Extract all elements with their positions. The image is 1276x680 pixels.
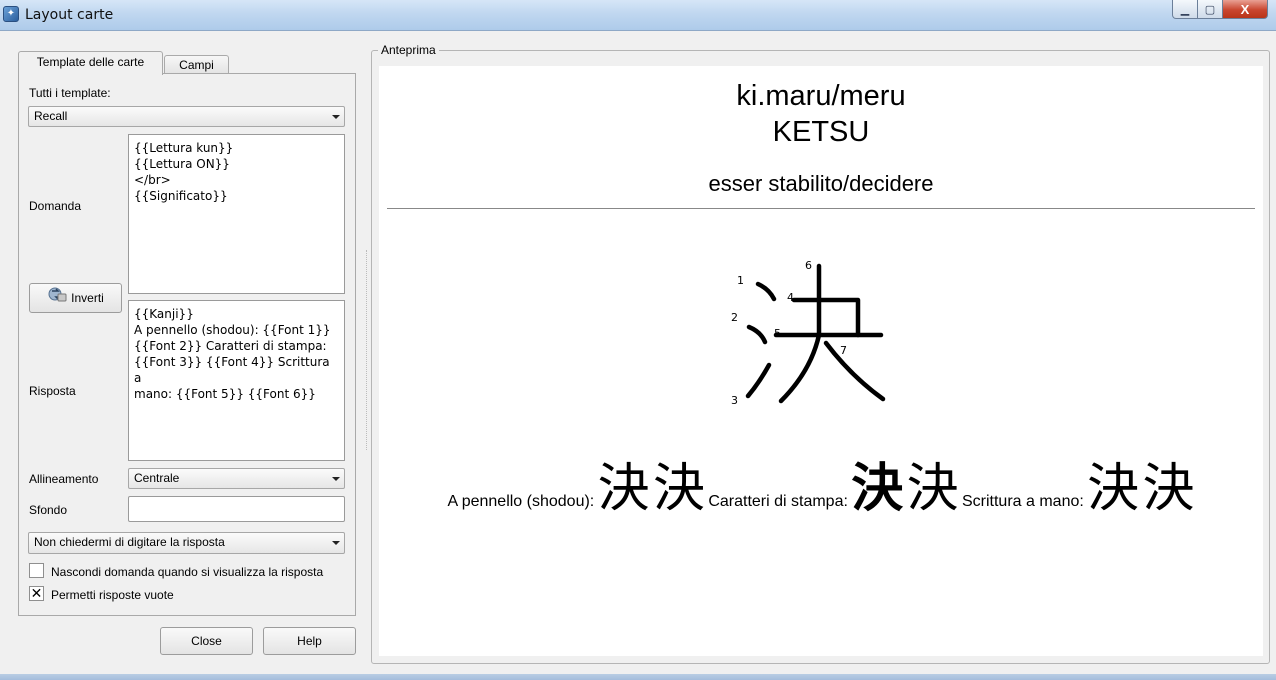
stroke-number-6: 6 — [805, 259, 812, 272]
font-sample-4: 決 — [906, 459, 959, 519]
preview-group-title: Anteprima — [378, 43, 439, 57]
window-bottom-border — [0, 674, 1276, 680]
font-samples-row: A pennello (shodou): 決 決 Caratteri di st… — [379, 446, 1263, 521]
help-button[interactable]: Help — [263, 627, 356, 655]
font-sample-5: 決 — [1087, 459, 1140, 519]
help-button-label: Help — [297, 634, 322, 648]
background-input[interactable] — [128, 496, 345, 522]
swap-button-label: Inverti — [71, 291, 104, 305]
window-controls: ▁ ▢ X — [1172, 0, 1268, 20]
maximize-icon: ▢ — [1204, 3, 1216, 16]
app-card-icon: ✦ — [3, 6, 19, 22]
alignment-select-value: Centrale — [134, 471, 180, 485]
stroke-number-3: 3 — [731, 394, 738, 407]
font-sample-3: 決 — [851, 459, 904, 519]
minimize-button[interactable]: ▁ — [1172, 0, 1198, 19]
checkmark-x-icon: ✕ — [30, 585, 43, 601]
kanji-stroke-diagram: 1 2 3 4 5 6 7 — [731, 251, 901, 411]
minimize-icon: ▁ — [1180, 3, 1190, 16]
on-reading: KETSU — [772, 116, 870, 148]
tab-card-templates-label: Template delle carte — [36, 55, 145, 69]
all-templates-label: Tutti i template: — [29, 86, 111, 100]
close-window-button[interactable]: X — [1223, 0, 1268, 19]
template-select-value: Recall — [34, 109, 68, 123]
card-preview: ki.maru/meru KETSU esser stabilito/decid… — [379, 66, 1263, 656]
background-label: Sfondo — [29, 503, 68, 517]
splitter-handle[interactable] — [366, 250, 369, 450]
answer-template-editor[interactable]: {{Kanji}} A pennello (shodou): {{Font 1}… — [128, 300, 345, 461]
stroke-number-7: 7 — [840, 344, 847, 357]
font-sample-6: 決 — [1142, 459, 1195, 519]
stroke-7 — [823, 340, 886, 402]
stroke-4 — [791, 297, 861, 338]
kanji-stroke-svg: 1 2 3 4 5 6 7 — [731, 259, 886, 407]
font-sample-1: 決 — [597, 459, 650, 519]
stroke-number-1: 1 — [737, 274, 744, 287]
close-button-label: Close — [191, 634, 222, 648]
swap-arrows-icon — [47, 285, 67, 313]
alignment-select[interactable]: Centrale — [128, 468, 345, 489]
chevron-down-icon — [332, 541, 340, 545]
stroke-2 — [746, 324, 768, 345]
typing-mode-select[interactable]: Non chiedermi di digitare la risposta — [28, 532, 345, 554]
allow-empty-answers-label: Permetti risposte vuote — [51, 588, 174, 602]
stroke-number-4: 4 — [787, 291, 794, 304]
template-select[interactable]: Recall — [28, 106, 345, 127]
font-sample-2: 決 — [652, 459, 705, 519]
stroke-number-2: 2 — [731, 311, 738, 324]
meaning: esser stabilito/decidere — [708, 171, 934, 196]
hide-question-checkbox[interactable] — [29, 563, 44, 578]
hand-label: Scrittura a mano: — [961, 493, 1084, 510]
stroke-3 — [745, 362, 772, 399]
answer-label: Risposta — [29, 384, 76, 398]
stroke-1 — [755, 281, 777, 302]
tab-fields[interactable]: Campi — [164, 55, 229, 74]
alignment-label: Allineamento — [29, 472, 99, 486]
tab-fields-label: Campi — [179, 58, 214, 72]
close-icon: X — [1240, 1, 1250, 17]
typing-mode-select-value: Non chiedermi di digitare la risposta — [34, 535, 225, 549]
window-title: Layout carte — [25, 7, 114, 23]
stroke-number-5: 5 — [774, 327, 781, 340]
question-label: Domanda — [29, 199, 82, 213]
title-bar: ✦ Layout carte ▁ ▢ X — [0, 0, 1276, 31]
preview-divider — [387, 208, 1255, 209]
allow-empty-answers-checkbox[interactable]: ✕ — [29, 586, 44, 601]
question-template-editor[interactable]: {{Lettura kun}} {{Lettura ON}} </br> {{S… — [128, 134, 345, 294]
print-label: Caratteri di stampa: — [708, 493, 848, 510]
kun-reading: ki.maru/meru — [736, 80, 906, 112]
brush-label: A pennello (shodou): — [447, 493, 595, 510]
swap-button[interactable]: Inverti — [29, 283, 122, 313]
chevron-down-icon — [332, 115, 340, 119]
close-button[interactable]: Close — [160, 627, 253, 655]
tab-card-templates[interactable]: Template delle carte — [18, 51, 163, 75]
maximize-button[interactable]: ▢ — [1198, 0, 1223, 19]
chevron-down-icon — [332, 477, 340, 481]
hide-question-label: Nascondi domanda quando si visualizza la… — [51, 565, 324, 579]
